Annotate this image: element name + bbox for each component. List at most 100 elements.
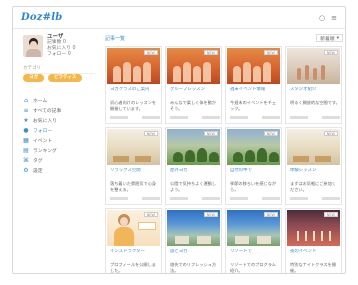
article-meta-right xyxy=(322,116,340,119)
article-thumbnail[interactable]: NEW xyxy=(167,48,220,84)
thumb-furniture xyxy=(315,156,331,162)
article-card[interactable]: NEW 夜のイベント 特別なナイトクラスを開催。 xyxy=(285,208,342,273)
article-title[interactable]: 夜のイベント xyxy=(290,249,340,260)
app-logo[interactable]: Doz#lb xyxy=(21,12,62,23)
sidebar-item-label: 設定 xyxy=(33,168,43,174)
article-meta-left xyxy=(290,197,308,200)
article-title[interactable]: リラックス空間 xyxy=(110,168,160,179)
new-badge: NEW xyxy=(143,131,158,136)
article-card[interactable]: NEW インストラクター プロフィールを公開しました。 xyxy=(105,208,162,273)
sidebar-item-label: フォロー xyxy=(33,128,53,134)
thumb-tree xyxy=(197,148,207,162)
article-thumbnail[interactable]: NEW xyxy=(227,129,280,165)
article-title[interactable]: 週末イベント情報 xyxy=(230,87,280,98)
thumb-light xyxy=(297,231,299,241)
article-card[interactable]: NEW リラックス空間 落ち着いた雰囲気で心身を整える。 xyxy=(105,127,162,205)
article-excerpt: 落ち着いた雰囲気で心身を整える。 xyxy=(110,181,157,192)
thumb-building xyxy=(175,236,189,244)
menu-icon[interactable]: ≡ xyxy=(331,14,337,22)
article-card[interactable]: NEW 旅とヨガ 旅先でのリフレッシュ方法。 xyxy=(165,208,222,273)
thumb-figure xyxy=(263,62,271,82)
article-thumbnail[interactable]: NEW xyxy=(167,129,220,165)
article-card[interactable]: NEW リゾートで リゾートでのプログラム紹介。 xyxy=(225,208,282,273)
sidebar-item-home[interactable]: ⌂ ホーム xyxy=(23,95,99,105)
article-card[interactable]: NEW 自然の中で 季節の移ろいを感じながら。 xyxy=(225,127,282,205)
article-thumbnail[interactable]: NEW xyxy=(287,129,340,165)
article-thumbnail[interactable]: NEW xyxy=(227,48,280,84)
article-title[interactable]: 体験レッスン xyxy=(290,168,340,179)
article-card[interactable]: NEW スタジオ紹介 明るく開放的な空間です。 xyxy=(285,46,342,124)
thumb-light xyxy=(305,231,307,241)
new-badge: NEW xyxy=(143,50,158,55)
thumb-tree xyxy=(245,150,255,162)
article-thumbnail[interactable]: NEW xyxy=(287,48,340,84)
pin-icon: ● xyxy=(23,126,29,134)
article-title[interactable]: スタジオ紹介 xyxy=(290,87,340,98)
sidebar-item-ranking[interactable]: ▤ ランキング xyxy=(23,145,99,155)
main-content: 記事一覧 新着順 ▾ NEW ヨガクラスのご案内 初心者向けのレッスンを開催していま… xyxy=(105,33,343,273)
category-pill-pilates[interactable]: ピラティス xyxy=(48,74,83,82)
article-thumbnail[interactable]: NEW xyxy=(167,210,220,246)
sidebar-item-all[interactable]: ≡ すべての記事 xyxy=(23,105,99,115)
article-meta-left xyxy=(110,197,128,200)
sort-select[interactable]: 新着順 ▾ xyxy=(316,34,343,42)
article-title[interactable]: 自然の中で xyxy=(230,168,280,179)
thumb-figure xyxy=(243,62,251,82)
thumb-person-part xyxy=(114,227,134,246)
search-icon[interactable]: ○ xyxy=(319,14,325,22)
article-title[interactable]: ヨガクラスのご案内 xyxy=(110,87,160,98)
article-footer xyxy=(290,116,340,120)
article-excerpt: まずはお気軽にご参加ください。 xyxy=(290,181,336,192)
avatar[interactable] xyxy=(23,35,43,57)
sidebar-item-label: ランキング xyxy=(33,148,57,154)
article-card[interactable]: NEW グループレッスン みんなで楽しく体を動かそう。 xyxy=(165,46,222,124)
thumb-light xyxy=(313,231,315,241)
article-meta-right xyxy=(202,197,220,200)
thumb-person-part xyxy=(120,217,128,226)
article-card[interactable]: NEW 体験レッスン まずはお気軽にご参加ください。 xyxy=(285,127,342,205)
article-thumbnail[interactable]: NEW xyxy=(227,210,280,246)
new-badge: NEW xyxy=(263,212,278,217)
article-meta-left xyxy=(170,197,188,200)
article-thumbnail[interactable]: NEW xyxy=(107,210,160,246)
sort-label: 新着順 xyxy=(320,36,335,42)
article-card[interactable]: NEW ヨガクラスのご案内 初心者向けのレッスンを開催しています。 xyxy=(105,46,162,124)
article-footer xyxy=(110,116,160,120)
article-meta-left xyxy=(230,116,248,119)
thumb-figure xyxy=(297,68,301,80)
sidebar: ユーザ 記事数 0 お気に入り 0 フォロー 0 カテゴリ ヨガ ピラティス ⌂… xyxy=(19,33,101,269)
thumb-figure xyxy=(305,65,309,80)
list-icon: ≡ xyxy=(23,106,29,114)
thumb-furniture xyxy=(135,156,151,162)
article-title[interactable]: インストラクター xyxy=(110,249,160,260)
article-title[interactable]: 屋外ヨガ xyxy=(170,168,220,179)
article-thumbnail[interactable]: NEW xyxy=(107,129,160,165)
sidebar-item-label: すべての記事 xyxy=(33,108,62,114)
article-meta-right xyxy=(322,197,340,200)
thumb-building xyxy=(257,236,271,244)
sidebar-item-settings[interactable]: ⚙ 設定 xyxy=(23,165,99,175)
thumb-figure xyxy=(321,65,325,80)
category-pill-yoga[interactable]: ヨガ xyxy=(23,74,44,82)
thumb-tree xyxy=(269,152,279,162)
article-thumbnail[interactable]: NEW xyxy=(107,48,160,84)
article-card[interactable]: NEW 屋外ヨガ 公園で気持ちよく運動しよう。 xyxy=(165,127,222,205)
thumb-tree xyxy=(233,152,243,162)
article-footer xyxy=(170,197,220,201)
article-title[interactable]: 旅とヨガ xyxy=(170,249,220,260)
article-excerpt: 今週末のイベントをチェック。 xyxy=(230,100,277,111)
article-thumbnail[interactable]: NEW xyxy=(287,210,340,246)
thumb-figure xyxy=(233,66,241,82)
sidebar-item-events[interactable]: ▦ イベント xyxy=(23,135,99,145)
thumb-tree xyxy=(257,148,267,162)
article-excerpt: みんなで楽しく体を動かそう。 xyxy=(170,100,217,111)
sidebar-item-favorites[interactable]: ★ お気に入り xyxy=(23,115,99,125)
sidebar-item-tags[interactable]: ⌘ タグ xyxy=(23,155,99,165)
article-title[interactable]: リゾートで xyxy=(230,249,280,260)
article-title[interactable]: グループレッスン xyxy=(170,87,220,98)
article-card[interactable]: NEW 週末イベント情報 今週末のイベントをチェック。 xyxy=(225,46,282,124)
main-header: 記事一覧 新着順 ▾ xyxy=(105,33,343,43)
sidebar-item-follow[interactable]: ● フォロー xyxy=(23,125,99,135)
article-excerpt: 特別なナイトクラスを開催。 xyxy=(290,262,336,273)
thumb-figure xyxy=(253,66,261,82)
